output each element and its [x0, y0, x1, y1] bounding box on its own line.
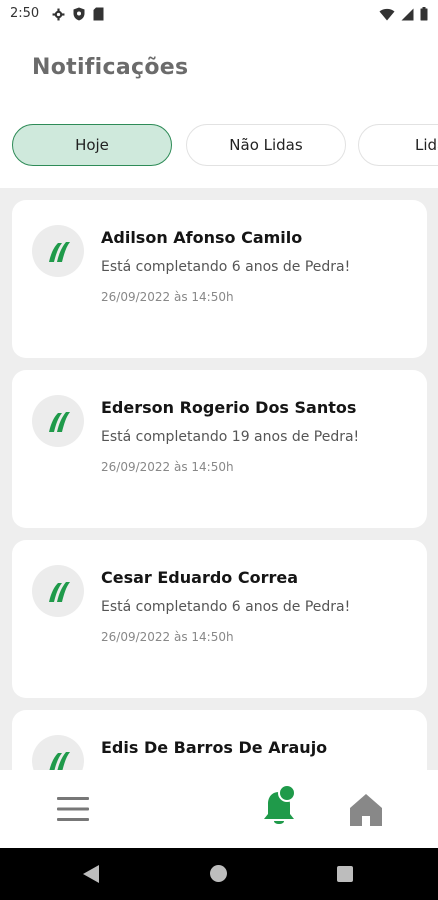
notification-name: Adilson Afonso Camilo — [101, 228, 303, 247]
status-icons-right — [379, 7, 428, 21]
bottom-nav — [0, 770, 438, 848]
notification-name: Cesar Eduardo Correa — [101, 568, 299, 587]
sd-card-icon — [93, 7, 104, 21]
home-icon[interactable] — [348, 792, 384, 828]
notification-date: 26/09/2022 às 14:50h — [101, 290, 234, 304]
brand-logo-icon — [49, 752, 70, 770]
recents-icon[interactable] — [337, 866, 353, 882]
avatar — [32, 395, 84, 447]
status-time: 2:50 — [10, 6, 40, 21]
brand-logo-icon — [49, 242, 70, 262]
bell-icon[interactable] — [259, 784, 299, 828]
avatar — [32, 565, 84, 617]
system-nav-bar — [0, 848, 438, 900]
notification-message: Está completando 6 anos de Pedra! — [101, 259, 351, 275]
filter-tabs: Hoje Não Lidas Lidas — [0, 112, 438, 182]
notification-name: Ederson Rogerio Dos Santos — [101, 398, 357, 417]
status-bar: 2:50 — [0, 0, 438, 30]
back-icon[interactable] — [82, 864, 100, 884]
tab-hoje[interactable]: Hoje — [12, 124, 172, 166]
page-title: Notificações — [32, 55, 189, 80]
brand-logo-icon — [49, 582, 70, 602]
notification-date: 26/09/2022 às 14:50h — [101, 630, 234, 644]
notification-list[interactable]: Adilson Afonso Camilo Está completando 6… — [0, 188, 438, 770]
notification-card[interactable]: Ederson Rogerio Dos Santos Está completa… — [12, 370, 427, 528]
battery-icon — [420, 7, 428, 21]
avatar — [32, 735, 84, 770]
wifi-icon — [379, 8, 395, 20]
notification-message: Está completando 19 anos de Pedra! — [101, 429, 360, 445]
menu-icon[interactable] — [56, 794, 90, 824]
notification-card[interactable]: Cesar Eduardo Correa Está completando 6 … — [12, 540, 427, 698]
notification-card[interactable]: Edis De Barros De Araujo — [12, 710, 427, 770]
notification-card[interactable]: Adilson Afonso Camilo Está completando 6… — [12, 200, 427, 358]
gear-icon — [52, 8, 65, 20]
shield-icon — [73, 7, 85, 21]
notification-date: 26/09/2022 às 14:50h — [101, 460, 234, 474]
tab-nao-lidas[interactable]: Não Lidas — [186, 124, 346, 166]
brand-logo-icon — [49, 412, 70, 432]
system-home-icon[interactable] — [210, 865, 227, 882]
notification-name: Edis De Barros De Araujo — [101, 738, 328, 757]
notification-message: Está completando 6 anos de Pedra! — [101, 599, 351, 615]
avatar — [32, 225, 84, 277]
status-icons-left — [52, 7, 104, 21]
signal-icon — [401, 8, 414, 20]
tab-lidas[interactable]: Lidas — [358, 124, 438, 166]
